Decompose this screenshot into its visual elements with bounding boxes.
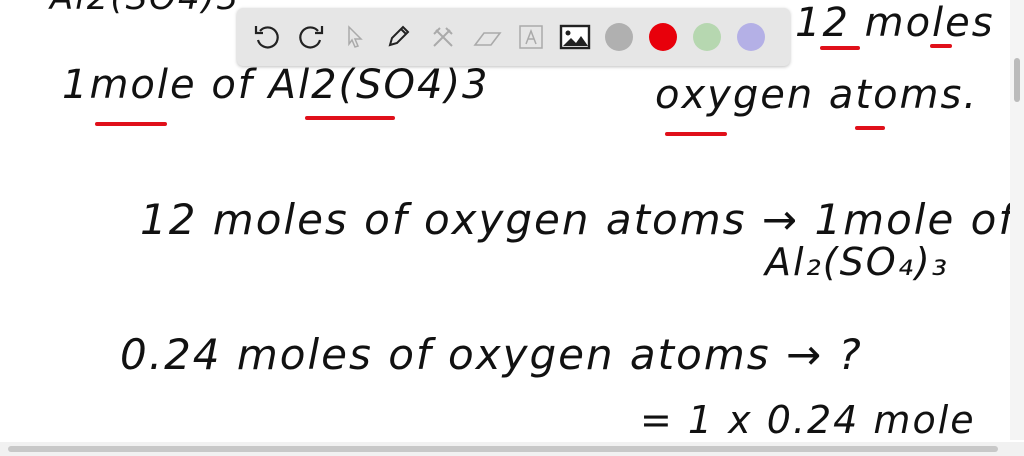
redo-icon[interactable] [293, 19, 329, 55]
color-purple-swatch[interactable] [737, 23, 765, 51]
horizontal-scrollbar[interactable] [0, 442, 1024, 456]
underline [930, 44, 952, 48]
vertical-scroll-thumb[interactable] [1014, 58, 1020, 102]
handwriting-line-2b: Al₂(SO₄)₃ [765, 240, 949, 284]
handwriting-line-2a: 12 moles of oxygen atoms → 1mole of [140, 195, 1016, 244]
handwriting-line-0: Al2(SO4)3 [50, 0, 240, 18]
underline [855, 126, 885, 130]
handwriting-line-3: 0.24 moles of oxygen atoms → ? [120, 330, 863, 379]
pen-icon[interactable] [381, 19, 417, 55]
horizontal-scroll-thumb[interactable] [8, 446, 998, 452]
tools-icon[interactable] [425, 19, 461, 55]
underline [665, 132, 727, 136]
handwriting-line-1b: 12 moles of [795, 0, 1024, 46]
text-icon[interactable] [513, 19, 549, 55]
underline [305, 116, 395, 120]
handwriting-line-1a: 1mole of Al2(SO4)3 [62, 62, 490, 108]
vertical-scrollbar[interactable] [1010, 0, 1024, 440]
undo-icon[interactable] [249, 19, 285, 55]
handwriting-line-4: = 1 x 0.24 mole [640, 398, 976, 442]
whiteboard-canvas[interactable]: Al2(SO4)3 1mole of Al2(SO4)3 12 moles of… [0, 0, 1024, 456]
drawing-toolbar [237, 8, 790, 66]
color-red-swatch[interactable] [649, 23, 677, 51]
color-gray-swatch[interactable] [605, 23, 633, 51]
handwriting-line-1c: oxygen atoms. [655, 72, 979, 118]
underline [820, 46, 860, 50]
eraser-icon[interactable] [469, 19, 505, 55]
underline [95, 122, 167, 126]
image-icon[interactable] [557, 19, 593, 55]
color-green-swatch[interactable] [693, 23, 721, 51]
pointer-icon[interactable] [337, 19, 373, 55]
